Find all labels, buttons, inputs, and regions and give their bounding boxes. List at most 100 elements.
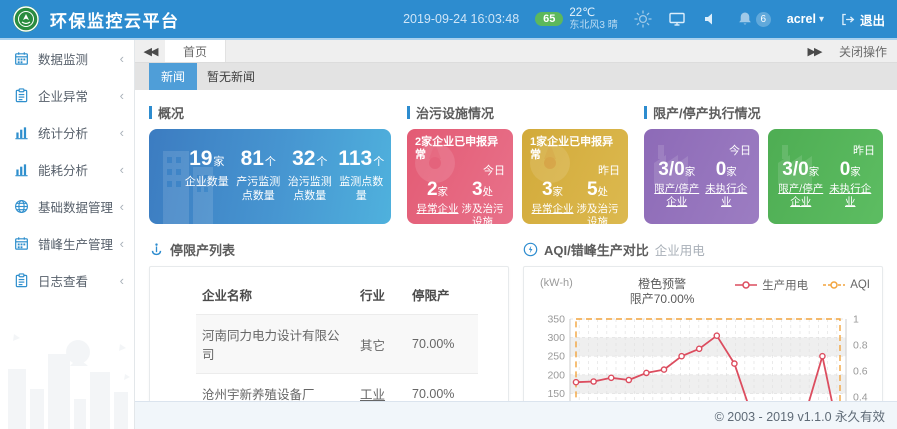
sidebar-item-label: 日志查看 [38,271,120,290]
stat-unit: 家 [809,166,820,178]
tab-home[interactable]: 首页 [165,40,226,62]
limit-list-section: 停限产列表 企业名称行业停限产 河南同力电力设计有限公司其它70.00%沧州宇新… [149,230,509,429]
notifications-button[interactable]: 6 [736,10,771,28]
weather-widget: 65 22℃ 东北风3 晴 [535,7,618,32]
sidebar-item-label: 错峰生产管理 [38,234,120,253]
limit-title: 限产/停产执行情况 [644,103,883,122]
monitor-icon[interactable] [668,10,686,28]
y-axis-unit-label: (kW-h) [540,277,590,289]
stat-label-link[interactable]: 未执行企业 [826,183,876,209]
app-logo-icon [12,5,40,33]
svg-text:0.8: 0.8 [853,340,868,352]
sidebar-item-3[interactable]: 统计分析‹ [0,114,134,151]
svg-text:150: 150 [547,388,565,400]
footer: © 2003 - 2019 v1.1.0 永久有效 [135,401,897,429]
stat-value: 3/0家 [776,159,826,181]
stat-value: 2家 [415,179,460,201]
notification-count-badge: 6 [756,12,771,27]
column-header: 停限产 [406,275,478,315]
stat-label-link[interactable]: 未执行企业 [702,183,752,209]
sidebar-item-label: 能耗分析 [38,160,120,179]
overview-stats: 19家企业数量81个产污监测点数量32个治污监测点数量113个监测点数量 [149,129,391,204]
limit-cards: 今日3/0家限产/停产企业0家未执行企业昨日3/0家限产/停产企业0家未执行企业 [644,129,883,224]
speaker-icon[interactable] [702,10,720,28]
stat-label-link[interactable]: 限产/停产企业 [776,183,826,209]
brand: 环保监控云平台 [12,5,180,33]
stat-label: 产污监测点数量 [235,175,283,204]
overview-title: 概况 [149,103,391,122]
table-row[interactable]: 河南同力电力设计有限公司其它70.00% [196,315,478,374]
sidebar-item-label: 企业异常 [38,86,120,105]
stat-label: 涉及治污设施 [575,203,620,224]
stat-value: 19家 [183,147,231,170]
close-operations-button[interactable]: 关闭操作 [829,40,897,62]
card-stats: 3家异常企业5处涉及治污设施 [530,179,620,224]
card-period: 昨日 [776,142,875,158]
title-bar-decoration [149,106,152,119]
sidebar-item-5[interactable]: 基础数据管理‹ [0,188,134,225]
stat-label: 监测点数量 [338,175,386,204]
company-name-cell: 河南同力电力设计有限公司 [196,315,354,374]
svg-text:0.6: 0.6 [853,366,868,378]
svg-text:300: 300 [547,332,565,344]
logout-button[interactable]: 退出 [840,10,885,29]
tabs-scroll-left-button[interactable]: ◀◀ [135,40,165,62]
sidebar-item-6[interactable]: 错峰生产管理‹ [0,225,134,262]
aqi-chart-subtitle: 企业用电 [655,240,705,259]
stat-label: 企业数量 [183,175,231,189]
user-menu[interactable]: acrel ▾ [787,12,824,26]
wind-condition: 东北风3 晴 [569,20,617,32]
title-bar-decoration [644,106,647,119]
card-stats: 3/0家限产/停产企业0家未执行企业 [776,159,875,209]
main-area: ◀◀ 首页 ▶▶ 关闭操作 新闻 暂无新闻 概况 19家企业数量81个产污监测点… [135,40,897,429]
svg-text:350: 350 [547,314,565,326]
overview-stat: 32个治污监测点数量 [286,147,334,204]
card-stats: 3/0家限产/停产企业0家未执行企业 [652,159,751,209]
aqi-chart-section: AQI/错峰生产对比 企业用电 (kW-h) 橙色预警 限产70.00% 生产用… [523,230,883,429]
app-title: 环保监控云平台 [50,7,180,32]
stat-label-link[interactable]: 限产/停产企业 [652,183,702,209]
sidebar-item-2[interactable]: 企业异常‹ [0,77,134,114]
bolt-circle-icon [523,242,538,257]
legend-item-生产用电[interactable]: 生产用电 [734,277,808,293]
card-period: 今日 [415,162,505,178]
chevron-down-icon: ▾ [819,14,824,25]
legend-marker [822,280,846,290]
tab-bar: ◀◀ 首页 ▶▶ 关闭操作 [135,40,897,63]
pollution-title-text: 治污设施情况 [416,103,494,122]
sidebar-item-4[interactable]: 能耗分析‹ [0,151,134,188]
card-period: 昨日 [530,162,620,178]
stat-value: 3家 [530,179,575,201]
stat-label: 涉及治污设施 [460,203,505,224]
stat-unit: 家 [438,186,449,198]
industry-cell: 其它 [354,315,406,374]
card-headline: 2家企业已申报异常 [415,136,505,162]
stat-unit: 处 [598,186,609,198]
stat-unit: 家 [726,166,737,178]
sidebar-item-7[interactable]: 日志查看‹ [0,262,134,299]
card-stat: 2家异常企业 [415,179,460,224]
limit-card-今日: 今日3/0家限产/停产企业0家未执行企业 [644,129,759,224]
pollution-card-昨日: 1家企业已申报异常昨日3家异常企业5处涉及治污设施 [522,129,628,224]
clipboard-icon [14,88,29,103]
legend-item-AQI[interactable]: AQI [822,279,870,291]
sidebar-item-1[interactable]: 数据监测‹ [0,40,134,77]
svg-text:200: 200 [547,369,565,381]
stat-unit: 家 [213,156,224,168]
chart-header: (kW-h) 橙色预警 限产70.00% 生产用电AQI [524,267,882,307]
tabs-scroll-right-button[interactable]: ▶▶ [799,40,829,62]
pollution-card-今日: 2家企业已申报异常今日2家异常企业3处涉及治污设施 [407,129,513,224]
stat-value: 3/0家 [652,159,702,181]
copyright-text: © 2003 - 2019 v1.1.0 永久有效 [715,406,885,425]
stat-label-link[interactable]: 异常企业 [415,203,460,216]
aqi-badge: 65 [535,12,563,26]
pollution-facilities-section: 治污设施情况 2家企业已申报异常今日2家异常企业3处涉及治污设施1家企业已申报异… [407,90,628,224]
chart-title-line1: 橙色预警 [638,277,686,291]
legend-label: 生产用电 [762,277,808,293]
chevron-left-icon: ‹ [120,199,124,214]
stat-value: 113个 [338,147,386,170]
card-stat: 3家异常企业 [530,179,575,224]
app-window: 环保监控云平台 2019-09-24 16:03:48 65 22℃ 东北风3 … [0,0,897,429]
stat-label-link[interactable]: 异常企业 [530,203,575,216]
card-stat: 3/0家限产/停产企业 [776,159,826,209]
